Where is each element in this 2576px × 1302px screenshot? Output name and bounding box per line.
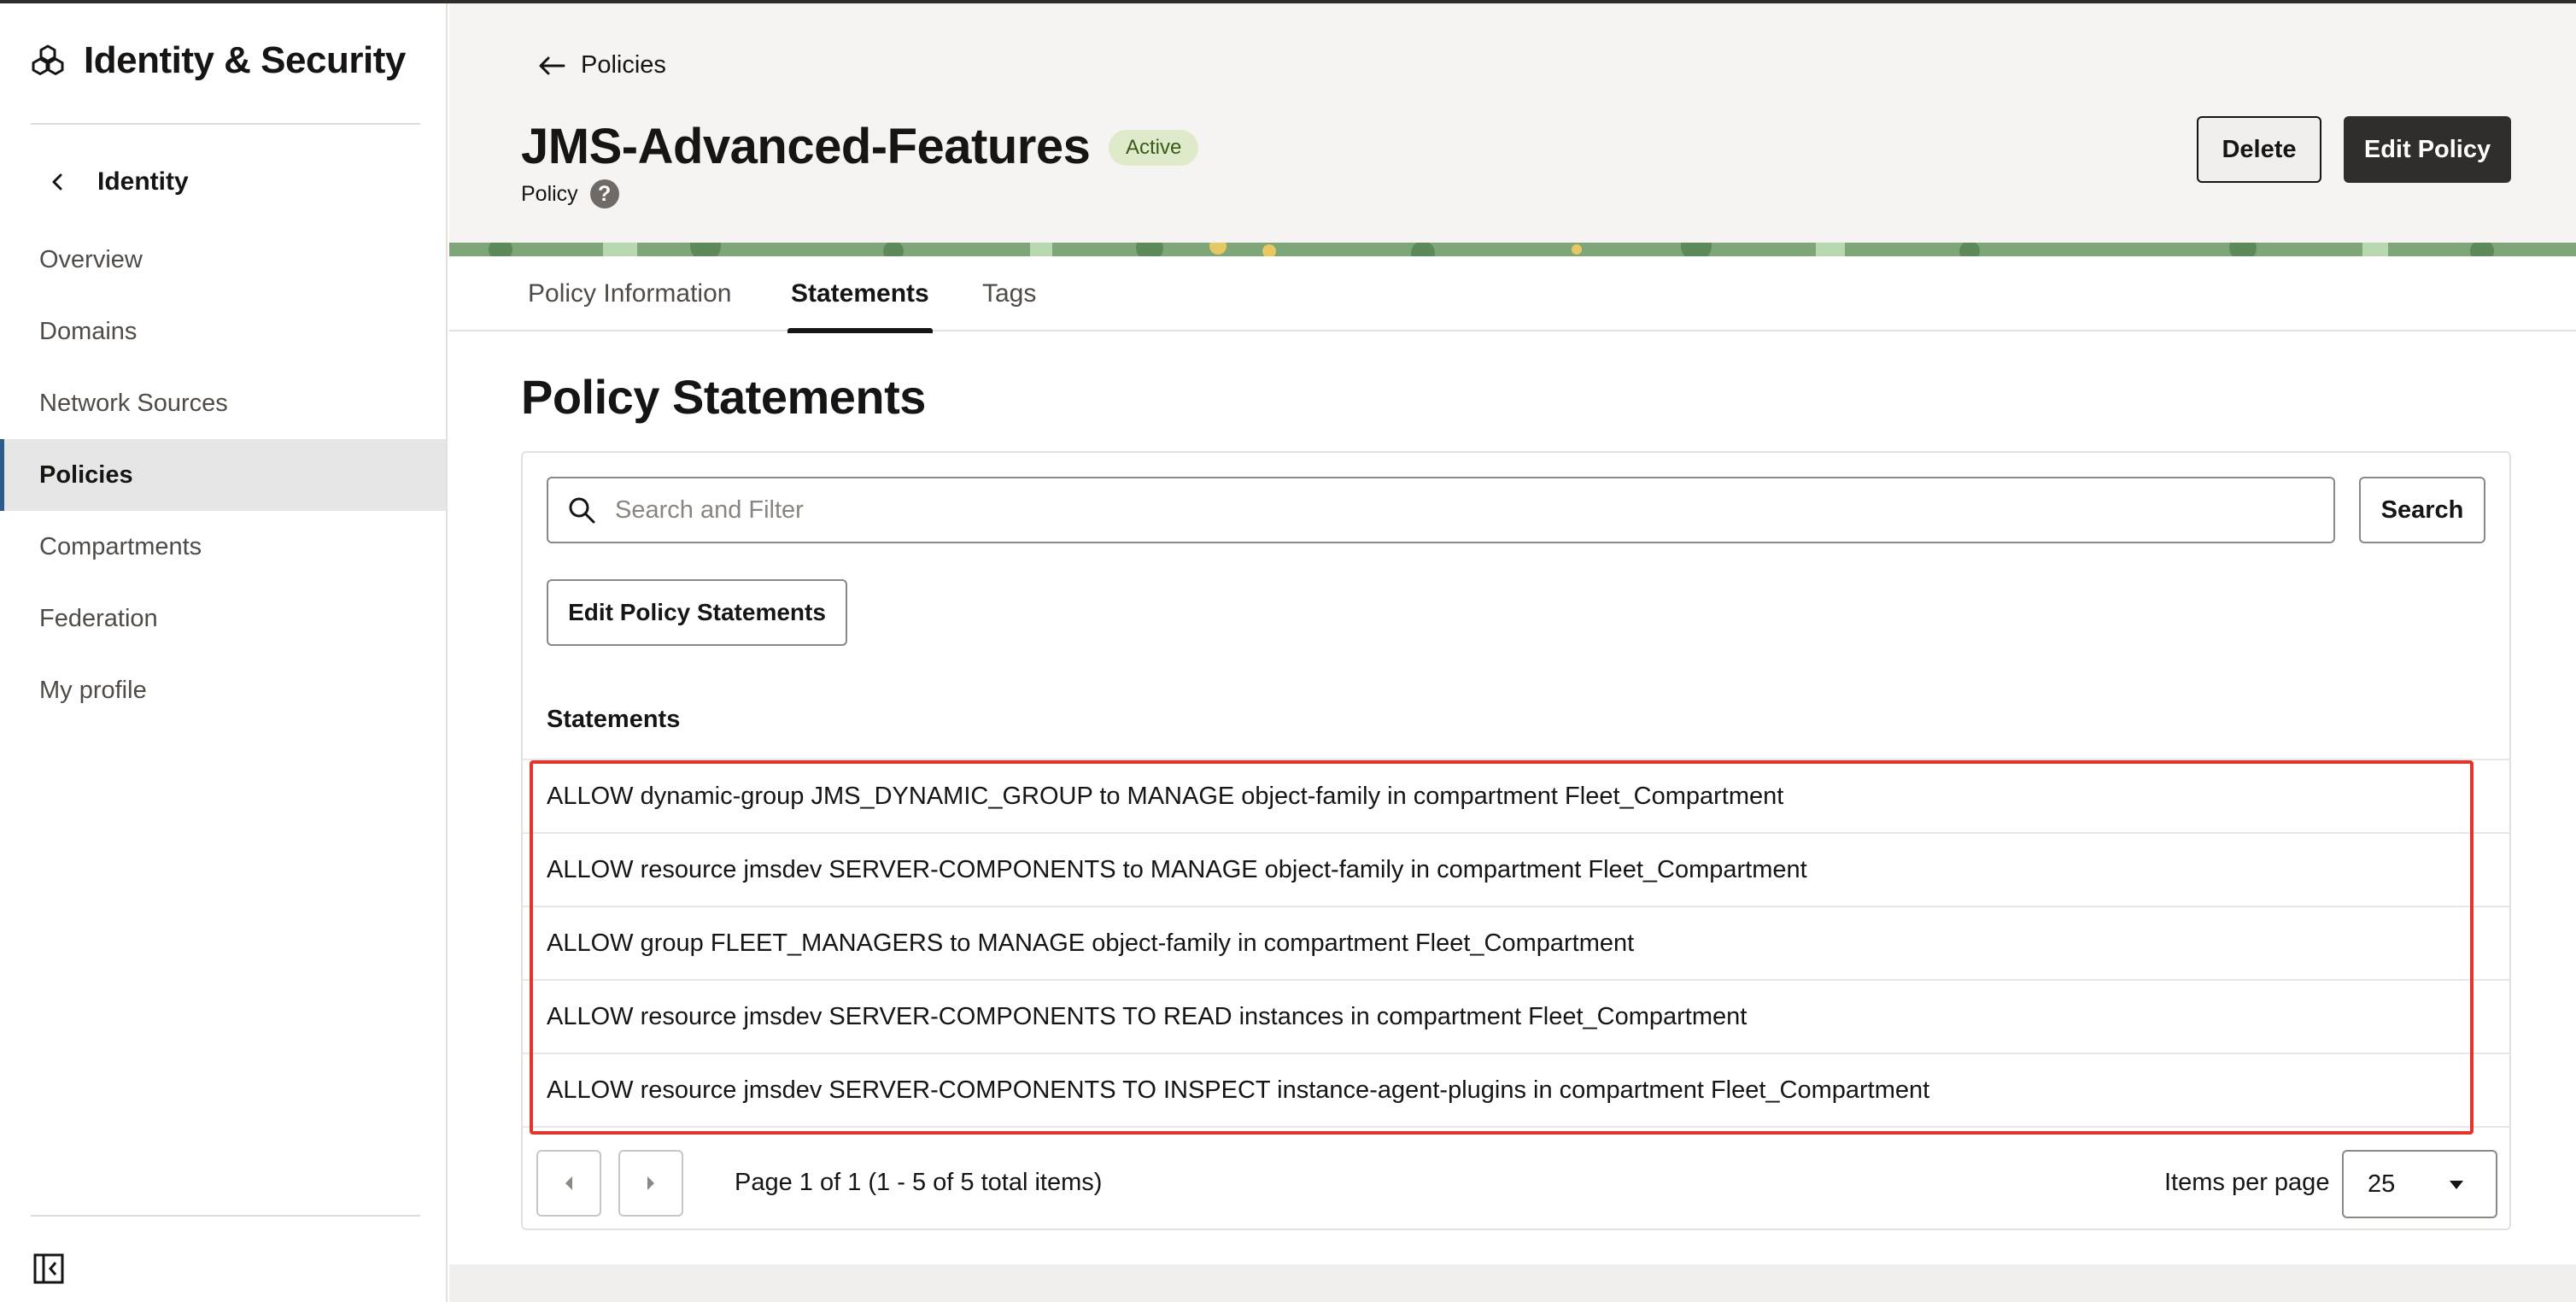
- sidebar-item-federation[interactable]: Federation: [0, 583, 446, 654]
- help-icon[interactable]: ?: [589, 179, 619, 208]
- statements-list-header: Statements: [547, 706, 681, 733]
- delete-button[interactable]: Delete: [2197, 116, 2321, 183]
- list-item: ALLOW resource jmsdev SERVER-COMPONENTS …: [523, 981, 2509, 1054]
- list-item: ALLOW resource jmsdev SERVER-COMPONENTS …: [523, 834, 2509, 907]
- tab-policy-information[interactable]: Policy Information: [528, 256, 731, 331]
- previous-page-button[interactable]: [536, 1150, 601, 1217]
- arrow-left-icon: [539, 56, 565, 74]
- caret-right-icon: [647, 1176, 654, 1190]
- pagination-status: Page 1 of 1 (1 - 5 of 5 total items): [735, 1169, 1103, 1196]
- sidebar-item-my-profile[interactable]: My profile: [0, 654, 446, 726]
- edit-policy-statements-button[interactable]: Edit Policy Statements: [547, 579, 847, 646]
- items-per-page-value: 25: [2368, 1170, 2396, 1198]
- sidebar: Identity & Security Identity Overview Do…: [0, 3, 448, 1302]
- page-title: JMS-Advanced-Features: [521, 119, 1091, 174]
- back-to-policies-link[interactable]: Policies: [538, 51, 666, 79]
- sidebar-item-network-sources[interactable]: Network Sources: [0, 367, 446, 439]
- sidebar-title: Identity & Security: [31, 39, 406, 82]
- sidebar-item-overview[interactable]: Overview: [0, 224, 446, 296]
- list-item: ALLOW group FLEET_MANAGERS to MANAGE obj…: [523, 907, 2509, 981]
- section-title: Policy Statements: [521, 370, 926, 424]
- resource-type-label: Policy: [521, 181, 578, 206]
- cubes-icon: [32, 44, 64, 75]
- sidebar-back-identity[interactable]: Identity: [48, 167, 189, 196]
- search-icon: [569, 497, 595, 524]
- tab-bar: Policy Information Statements Tags: [449, 256, 2576, 333]
- sidebar-title-text: Identity & Security: [84, 39, 406, 81]
- sidebar-item-compartments[interactable]: Compartments: [0, 511, 446, 583]
- status-badge: Active: [1109, 130, 1199, 166]
- sidebar-nav: Overview Domains Network Sources Policie…: [0, 224, 446, 726]
- chevron-left-icon: [52, 173, 62, 191]
- next-page-button[interactable]: [618, 1150, 683, 1217]
- sidebar-item-domains[interactable]: Domains: [0, 296, 446, 367]
- caret-left-icon: [565, 1176, 572, 1190]
- tab-tags[interactable]: Tags: [982, 256, 1036, 331]
- search-field[interactable]: [547, 477, 2335, 543]
- back-link-label: Policies: [581, 51, 666, 79]
- sidebar-item-policies[interactable]: Policies: [0, 439, 446, 511]
- caret-down-icon: [2450, 1181, 2463, 1189]
- items-per-page-select[interactable]: 25: [2342, 1150, 2497, 1218]
- footer-band: [449, 1264, 2576, 1302]
- collapse-sidebar-icon[interactable]: [32, 1252, 65, 1285]
- statements-list: ALLOW dynamic-group JMS_DYNAMIC_GROUP to…: [523, 759, 2509, 1128]
- decorative-banner: [449, 243, 2576, 256]
- edit-policy-button[interactable]: Edit Policy: [2344, 116, 2511, 183]
- list-item: ALLOW dynamic-group JMS_DYNAMIC_GROUP to…: [523, 760, 2509, 834]
- banner-pattern: [449, 243, 2576, 256]
- sidebar-divider: [31, 123, 420, 125]
- sidebar-back-label: Identity: [97, 167, 189, 196]
- sidebar-bottom-divider: [31, 1215, 420, 1217]
- search-button[interactable]: Search: [2359, 477, 2485, 543]
- tab-statements[interactable]: Statements: [787, 256, 933, 333]
- page-subtitle: Policy ?: [521, 179, 619, 208]
- list-item: ALLOW resource jmsdev SERVER-COMPONENTS …: [523, 1054, 2509, 1128]
- items-per-page-label: Items per page: [2164, 1169, 2330, 1196]
- search-input[interactable]: [615, 496, 2289, 525]
